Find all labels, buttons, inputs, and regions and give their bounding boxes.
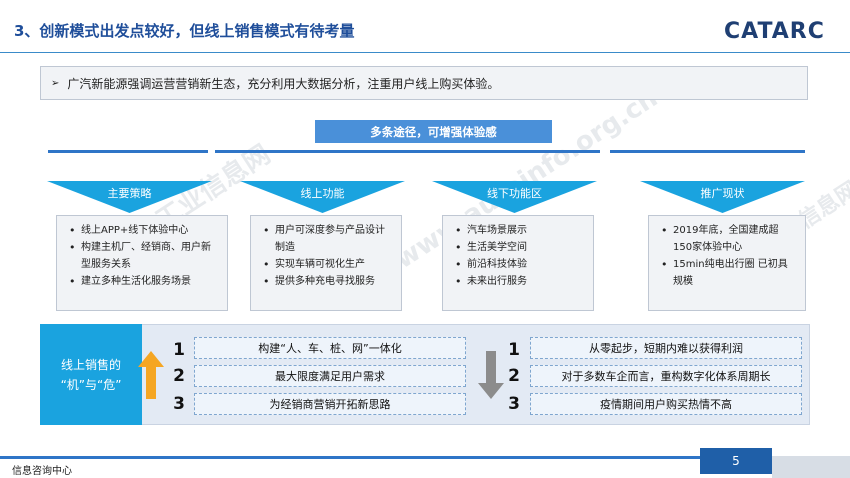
risk-number: 3 [508, 394, 520, 414]
list-item: 前沿科技体验 [453, 256, 585, 273]
arrow-down-icon [478, 351, 504, 399]
online-function-box: 用户可深度参与产品设计制造 实现车辆可视化生产 提供多种充电寻找服务 [250, 215, 402, 311]
triangle-bullet-icon: ➢ [51, 77, 60, 89]
list-item: 实现车辆可视化生产 [261, 256, 393, 273]
risk-number: 1 [508, 340, 520, 360]
strategy-box: 线上APP+线下体验中心 构建主机厂、经销商、用户新型服务关系 建立多种生活化服… [56, 215, 228, 311]
list-item: 用户可深度参与产品设计制造 [261, 222, 393, 256]
logo-text: CATARC [724, 19, 825, 44]
opportunity-number: 2 [173, 366, 185, 386]
footer-strip [772, 456, 850, 478]
column-header-label: 线上功能 [300, 187, 345, 200]
intro-text: 广汽新能源强调运营营销新生态，充分利用大数据分析，注重用户线上购买体验。 [67, 76, 500, 91]
opportunity-number: 1 [173, 340, 185, 360]
column-header-label: 推广现状 [700, 187, 745, 200]
opportunity-item: 为经销商营销开拓新思路 [194, 393, 466, 415]
risk-item: 疫情期间用户购买热情不高 [530, 393, 802, 415]
column-header-label: 主要策略 [107, 187, 152, 200]
connector-bar [48, 150, 208, 153]
opportunity-item: 最大限度满足用户需求 [194, 365, 466, 387]
column-header-label: 线下功能区 [487, 187, 542, 200]
risk-item: 从零起步，短期内难以获得利润 [530, 337, 802, 359]
list-item: 未来出行服务 [453, 273, 585, 290]
connector-bar [610, 150, 805, 153]
title-divider [0, 52, 850, 53]
catarc-logo: CATARC [724, 19, 825, 44]
opportunity-item: 构建“人、车、桩、网”一体化 [194, 337, 466, 359]
risk-number: 2 [508, 366, 520, 386]
promotion-status-box: 2019年底，全国建成超150家体验中心 15min纯电出行圈 已初具规模 [648, 215, 806, 311]
offline-function-box: 汽车场景展示 生活美学空间 前沿科技体验 未来出行服务 [442, 215, 594, 311]
list-item: 生活美学空间 [453, 239, 585, 256]
intro-strip: ➢ 广汽新能源强调运营营销新生态，充分利用大数据分析，注重用户线上购买体验。 [40, 66, 808, 100]
slide-title: 3、创新模式出发点较好，但线上销售模式有待考量 [14, 22, 355, 40]
list-item: 线上APP+线下体验中心 [67, 222, 219, 239]
list-item: 2019年底，全国建成超150家体验中心 [659, 222, 797, 256]
list-item: 建立多种生活化服务场景 [67, 273, 219, 290]
opportunity-number: 3 [173, 394, 185, 414]
online-sales-label: 线上销售的 “机”与“危” [40, 324, 142, 425]
list-item: 15min纯电出行圈 已初具规模 [659, 256, 797, 290]
connector-bar [405, 150, 600, 153]
sidebar-line-1: 线上销售的 [60, 357, 121, 372]
risk-item: 对于多数车企而言，重构数字化体系周期长 [530, 365, 802, 387]
list-item: 汽车场景展示 [453, 222, 585, 239]
arrow-up-icon [138, 351, 164, 399]
sidebar-line-2: “机”与“危” [60, 377, 122, 392]
connector-bar [215, 150, 405, 153]
page-number: 5 [700, 448, 772, 474]
ways-banner: 多条途径，可增强体验感 [315, 120, 552, 143]
footer-org: 信息咨询中心 [12, 466, 72, 477]
list-item: 构建主机厂、经销商、用户新型服务关系 [67, 239, 219, 273]
list-item: 提供多种充电寻找服务 [261, 273, 393, 290]
